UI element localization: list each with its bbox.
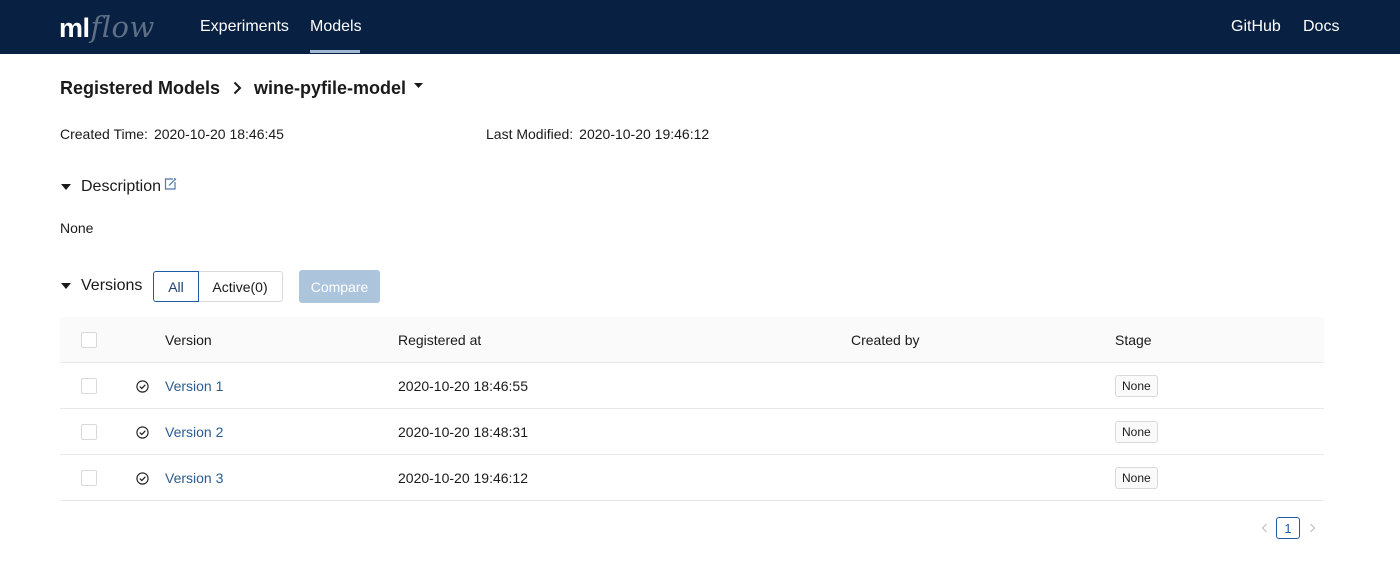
table-row: Version 2 2020-10-20 18:48:31 None xyxy=(60,409,1324,455)
stage-cell: None xyxy=(1115,455,1158,501)
breadcrumb-registered-models[interactable]: Registered Models xyxy=(60,77,220,99)
created-time: Created Time: 2020-10-20 18:46:45 xyxy=(60,126,284,142)
check-circle-icon xyxy=(136,363,149,409)
chevron-right-icon xyxy=(233,81,242,95)
check-circle-icon xyxy=(136,455,149,501)
registered-at-cell: 2020-10-20 18:48:31 xyxy=(398,424,528,440)
row-checkbox[interactable] xyxy=(81,424,97,440)
table-header-row: Version Registered at Created by Stage xyxy=(60,317,1324,363)
edit-icon[interactable] xyxy=(163,177,177,197)
version-cell: Version 1 xyxy=(165,363,223,409)
last-modified-label: Last Modified: xyxy=(486,126,574,142)
filter-all-button[interactable]: All xyxy=(153,271,199,302)
created-time-label: Created Time: xyxy=(60,126,148,142)
description-value: None xyxy=(60,220,94,236)
last-modified-value: 2020-10-20 19:46:12 xyxy=(579,126,710,142)
logo-flow-text: flow xyxy=(90,10,155,44)
pagination: 1 xyxy=(1257,517,1319,539)
collapse-caret-icon xyxy=(61,184,71,190)
stage-tag: None xyxy=(1115,375,1158,397)
nav-models[interactable]: Models xyxy=(310,17,362,37)
row-checkbox-cell xyxy=(81,409,97,455)
column-header-created-by[interactable]: Created by xyxy=(851,317,919,363)
column-header-registered-at[interactable]: Registered at xyxy=(398,317,481,363)
nav-experiments[interactable]: Experiments xyxy=(200,17,289,37)
check-circle-icon xyxy=(136,409,149,455)
versions-table: Version Registered at Created by Stage V… xyxy=(60,317,1324,501)
top-navbar: ml flow Experiments Models GitHub Docs xyxy=(0,0,1400,54)
stage-tag: None xyxy=(1115,421,1158,443)
created-time-value: 2020-10-20 18:46:45 xyxy=(153,126,284,142)
version-link[interactable]: Version 1 xyxy=(165,378,223,394)
description-section-toggle[interactable]: Description xyxy=(60,177,177,197)
row-checkbox[interactable] xyxy=(81,378,97,394)
stage-cell: None xyxy=(1115,363,1158,409)
breadcrumb: Registered Models wine-pyfile-model xyxy=(60,76,424,99)
caret-down-icon[interactable] xyxy=(414,76,424,98)
table-row: Version 3 2020-10-20 19:46:12 None xyxy=(60,455,1324,501)
filter-active-button[interactable]: Active(0) xyxy=(198,271,283,302)
nav-docs[interactable]: Docs xyxy=(1303,17,1339,37)
version-link[interactable]: Version 3 xyxy=(165,470,223,486)
breadcrumb-model-name: wine-pyfile-model xyxy=(254,78,407,98)
table-row: Version 1 2020-10-20 18:46:55 None xyxy=(60,363,1324,409)
last-modified: Last Modified: 2020-10-20 19:46:12 xyxy=(486,126,709,142)
nav-github[interactable]: GitHub xyxy=(1231,17,1281,37)
stage-cell: None xyxy=(1115,409,1158,455)
version-link[interactable]: Version 2 xyxy=(165,424,223,440)
collapse-caret-icon xyxy=(61,283,71,289)
chevron-right-icon[interactable] xyxy=(1305,517,1319,539)
column-header-version[interactable]: Version xyxy=(165,317,212,363)
column-header-stage[interactable]: Stage xyxy=(1115,317,1152,363)
row-checkbox-cell xyxy=(81,455,97,501)
version-cell: Version 3 xyxy=(165,455,223,501)
versions-title: Versions xyxy=(81,277,143,294)
mlflow-logo[interactable]: ml flow xyxy=(59,8,155,46)
version-cell: Version 2 xyxy=(165,409,223,455)
registered-at-cell: 2020-10-20 18:46:55 xyxy=(398,378,528,394)
header-checkbox-cell xyxy=(81,317,97,363)
compare-button[interactable]: Compare xyxy=(299,270,380,303)
page-number-button[interactable]: 1 xyxy=(1276,517,1300,539)
description-title: Description xyxy=(81,178,162,195)
stage-tag: None xyxy=(1115,467,1158,489)
registered-at-cell: 2020-10-20 19:46:12 xyxy=(398,470,528,486)
row-checkbox[interactable] xyxy=(81,470,97,486)
logo-ml-text: ml xyxy=(59,13,90,43)
row-checkbox-cell xyxy=(81,363,97,409)
select-all-checkbox[interactable] xyxy=(81,332,97,348)
nav-active-indicator xyxy=(310,50,360,53)
chevron-left-icon[interactable] xyxy=(1257,517,1271,539)
versions-section-toggle[interactable]: Versions xyxy=(60,276,142,296)
